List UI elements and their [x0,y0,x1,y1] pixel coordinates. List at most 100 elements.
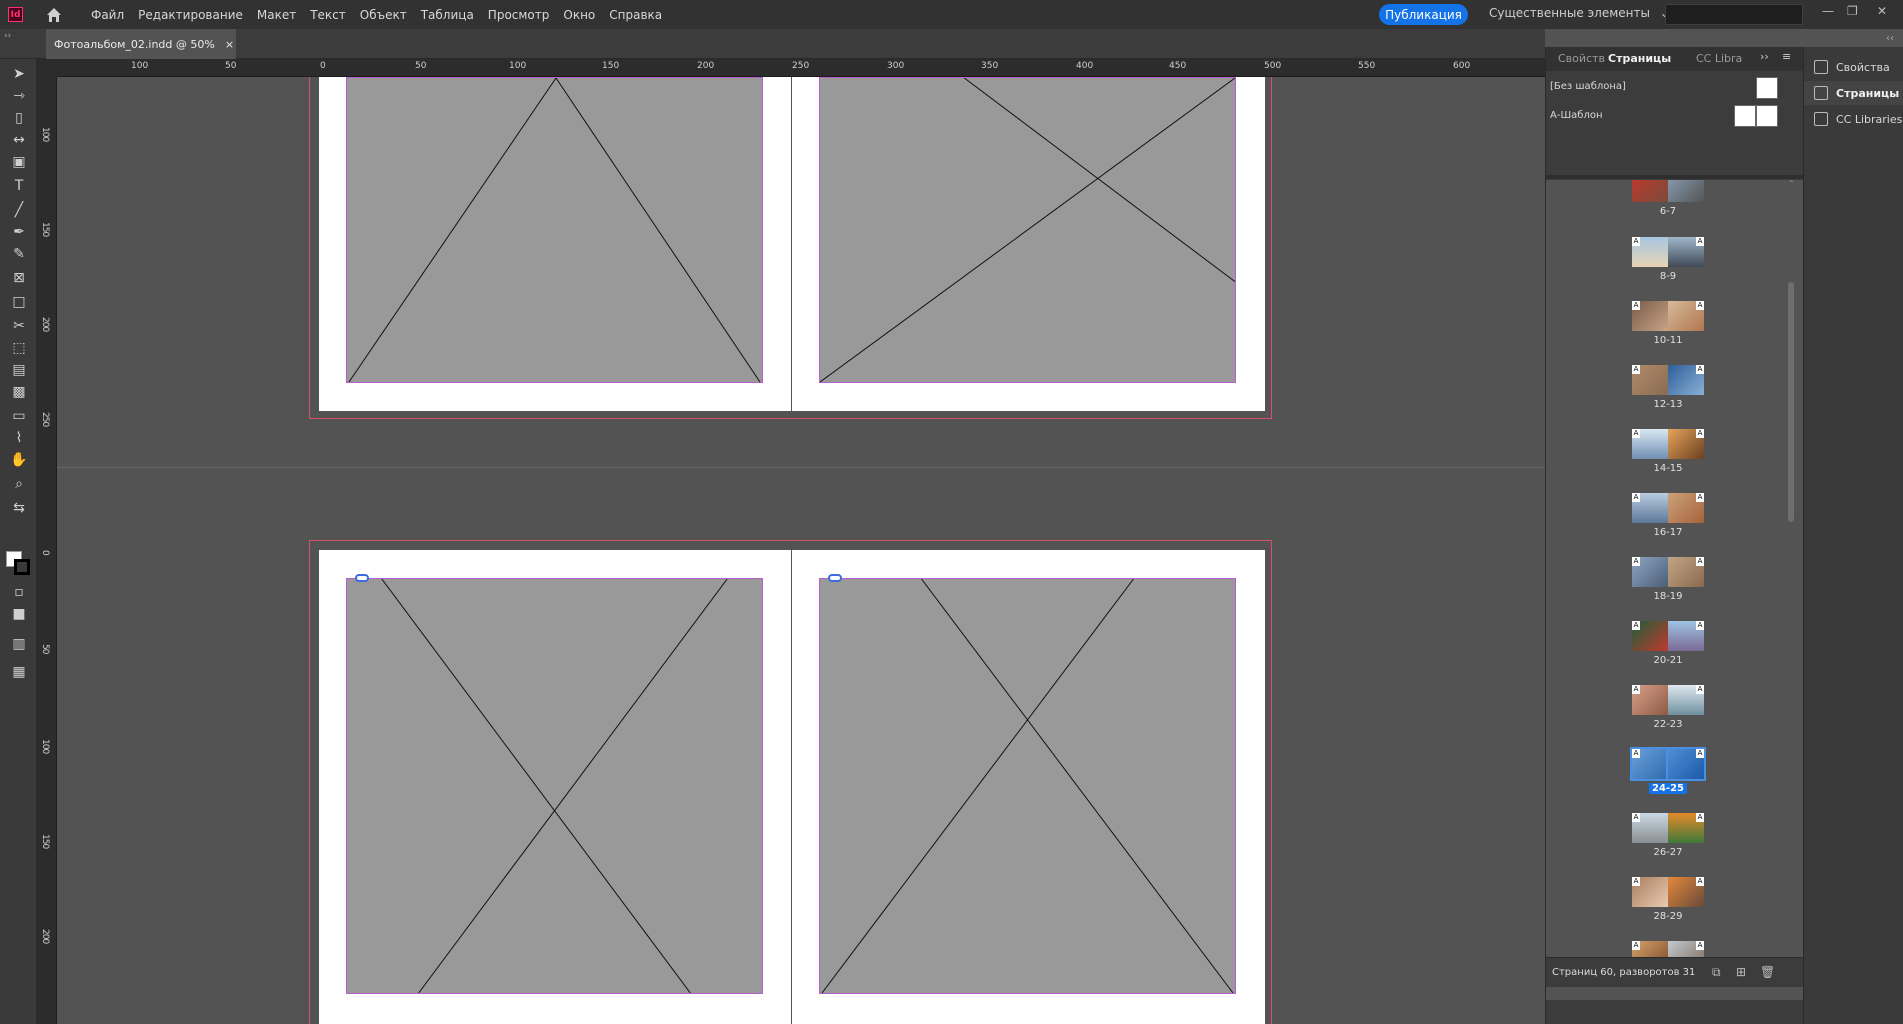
vertical-ruler[interactable]: 100 150 200 250 0 50 100 150 200 [37,77,57,1024]
menu-edit[interactable]: Редактирование [138,8,243,22]
ruler-label: 100 [40,127,50,142]
scissors-tool-icon[interactable]: ✂ [9,317,29,335]
menu-file[interactable]: Файл [91,8,124,22]
close-icon[interactable]: × [225,38,234,51]
home-icon[interactable] [45,6,63,24]
spread-spine [791,550,792,1024]
horizontal-ruler[interactable]: 100 50 0 50 100 150 200 250 300 350 400 … [57,59,1545,77]
dock-properties[interactable]: Свойства [1804,55,1903,79]
zoom-tool-icon[interactable]: ⌕ [9,475,29,493]
spread-label: 8-9 [1659,271,1677,282]
rectangle-frame-icon[interactable]: ⊠ [9,269,29,287]
publish-button[interactable]: Публикация [1379,4,1468,25]
type-tool-icon[interactable]: T [9,177,29,195]
panel-menu-icon[interactable]: ≡ [1782,50,1791,63]
direct-selection-icon[interactable]: ⇾ [9,87,29,105]
panel-divider[interactable] [1546,175,1804,179]
restore-button[interactable]: ❐ [1847,4,1858,18]
spread-label: 16-17 [1653,527,1683,538]
scroll-thumb[interactable] [1788,282,1794,522]
expand-panel-icon[interactable]: ›› [1760,50,1769,63]
placeholder-cross [820,78,1235,382]
hand-tool-icon[interactable]: ✋ [9,451,29,469]
master-marker: A [1632,429,1640,438]
line-tool-icon[interactable]: ╱ [9,201,29,219]
pen-tool-icon[interactable]: ✒ [9,223,29,241]
minimize-button[interactable]: — [1822,4,1834,18]
close-window-button[interactable]: ✕ [1877,4,1887,18]
master-a-thumb-right[interactable] [1756,105,1778,127]
master-marker: A [1632,941,1640,950]
rectangle-tool-icon[interactable]: □ [9,293,29,311]
view-mode-icon[interactable]: ▦ [9,663,29,681]
swap-colors-icon[interactable]: ⇆ [9,499,29,517]
document-canvas[interactable] [57,77,1545,1024]
master-marker: A [1696,557,1704,566]
page-tool-icon[interactable]: ▯ [9,109,29,127]
tab-cc-libraries[interactable]: CC Libra [1696,52,1742,65]
gradient-swatch-icon[interactable]: ▤ [9,361,29,379]
document-tab[interactable]: Фотоальбом_02.indd @ 50% × [46,29,236,59]
master-marker: A [1632,557,1640,566]
master-none-label[interactable]: [Без шаблона] [1550,81,1626,92]
screen-mode-icon[interactable]: ▥ [9,635,29,653]
master-marker: A [1632,685,1640,694]
image-frame[interactable] [819,574,1236,994]
image-frame[interactable] [819,77,1236,383]
menu-table[interactable]: Таблица [421,8,474,22]
ruler-label: 500 [1264,61,1282,71]
format-container-icon[interactable]: ▫ [9,583,29,601]
image-frame[interactable] [346,77,763,383]
menu-layout[interactable]: Макет [257,8,296,22]
ruler-origin[interactable] [37,59,57,77]
gradient-feather-icon[interactable]: ▩ [9,383,29,401]
placeholder-cross [821,579,1234,993]
edit-page-size-icon[interactable]: ⧉ [1712,965,1726,979]
free-transform-icon[interactable]: ⬚ [9,339,29,357]
content-collector-icon[interactable]: ▣ [9,153,29,171]
dock-pages-label: Страницы [1836,86,1900,100]
pencil-tool-icon[interactable]: ✎ [9,245,29,263]
spreads-list[interactable]: 6-7 A A 8-9 A A 10-11 A A 12-13 A A 14-1… [1546,180,1804,1000]
master-marker: A [1696,429,1704,438]
new-page-icon[interactable]: ⊞ [1736,965,1750,979]
stroke-swatch[interactable] [14,559,30,575]
menu-window[interactable]: Окно [563,8,595,22]
dock-cc-libraries[interactable]: CC Libraries [1804,107,1903,131]
image-frame[interactable] [346,574,763,994]
apply-color-icon[interactable]: ■ [9,605,29,623]
document-tab-title: Фотоальбом_02.indd @ 50% [54,37,215,51]
gap-tool-icon[interactable]: ↔ [9,131,29,149]
tab-properties[interactable]: Свойств [1558,52,1605,65]
selection-tool-icon[interactable]: ➤ [9,65,29,83]
panel-footer: Страниц 60, разворотов 31 ⧉ ⊞ 🗑 [1546,957,1804,987]
scroll-up-icon[interactable]: ⌃ [1788,179,1795,188]
workspace-switcher[interactable]: Существенные элементы ⌄ [1489,6,1670,20]
dock-pages[interactable]: Страницы [1804,81,1903,105]
menu-type[interactable]: Текст [310,8,346,22]
tab-pages[interactable]: Страницы [1608,52,1671,65]
master-marker: A [1696,941,1704,950]
note-tool-icon[interactable]: ▭ [9,407,29,425]
spread-label: 14-15 [1653,463,1683,474]
panel-tabs: Свойств Страницы CC Libra ›› ≡ [1546,47,1804,71]
search-input[interactable] [1665,4,1803,25]
page-thumb[interactable] [1632,180,1668,202]
master-none-thumb[interactable] [1756,77,1778,99]
menu-view[interactable]: Просмотр [488,8,550,22]
expand-icon[interactable]: ›› [4,31,11,41]
ruler-label: 250 [792,61,810,71]
master-marker: A [1632,877,1640,886]
menu-object[interactable]: Объект [360,8,407,22]
ruler-label: 250 [40,412,50,427]
tools-panel: ➤ ⇾ ▯ ↔ ▣ T ╱ ✒ ✎ ⊠ □ ✂ ⬚ ▤ ▩ ▭ ⌇ ✋ ⌕ ⇆ … [0,59,37,1024]
delete-page-icon[interactable]: 🗑 [1760,965,1775,979]
scrollbar[interactable]: ⌃ ⌄ [1788,179,1795,967]
eyedropper-icon[interactable]: ⌇ [9,429,29,447]
pages-icon [1814,86,1828,100]
master-a-label[interactable]: А-Шаблон [1550,110,1603,121]
master-a-thumb-left[interactable] [1734,105,1756,127]
collapse-dock-icon[interactable]: ‹‹ [1886,33,1894,44]
menu-help[interactable]: Справка [609,8,662,22]
page-thumb[interactable] [1668,180,1704,202]
